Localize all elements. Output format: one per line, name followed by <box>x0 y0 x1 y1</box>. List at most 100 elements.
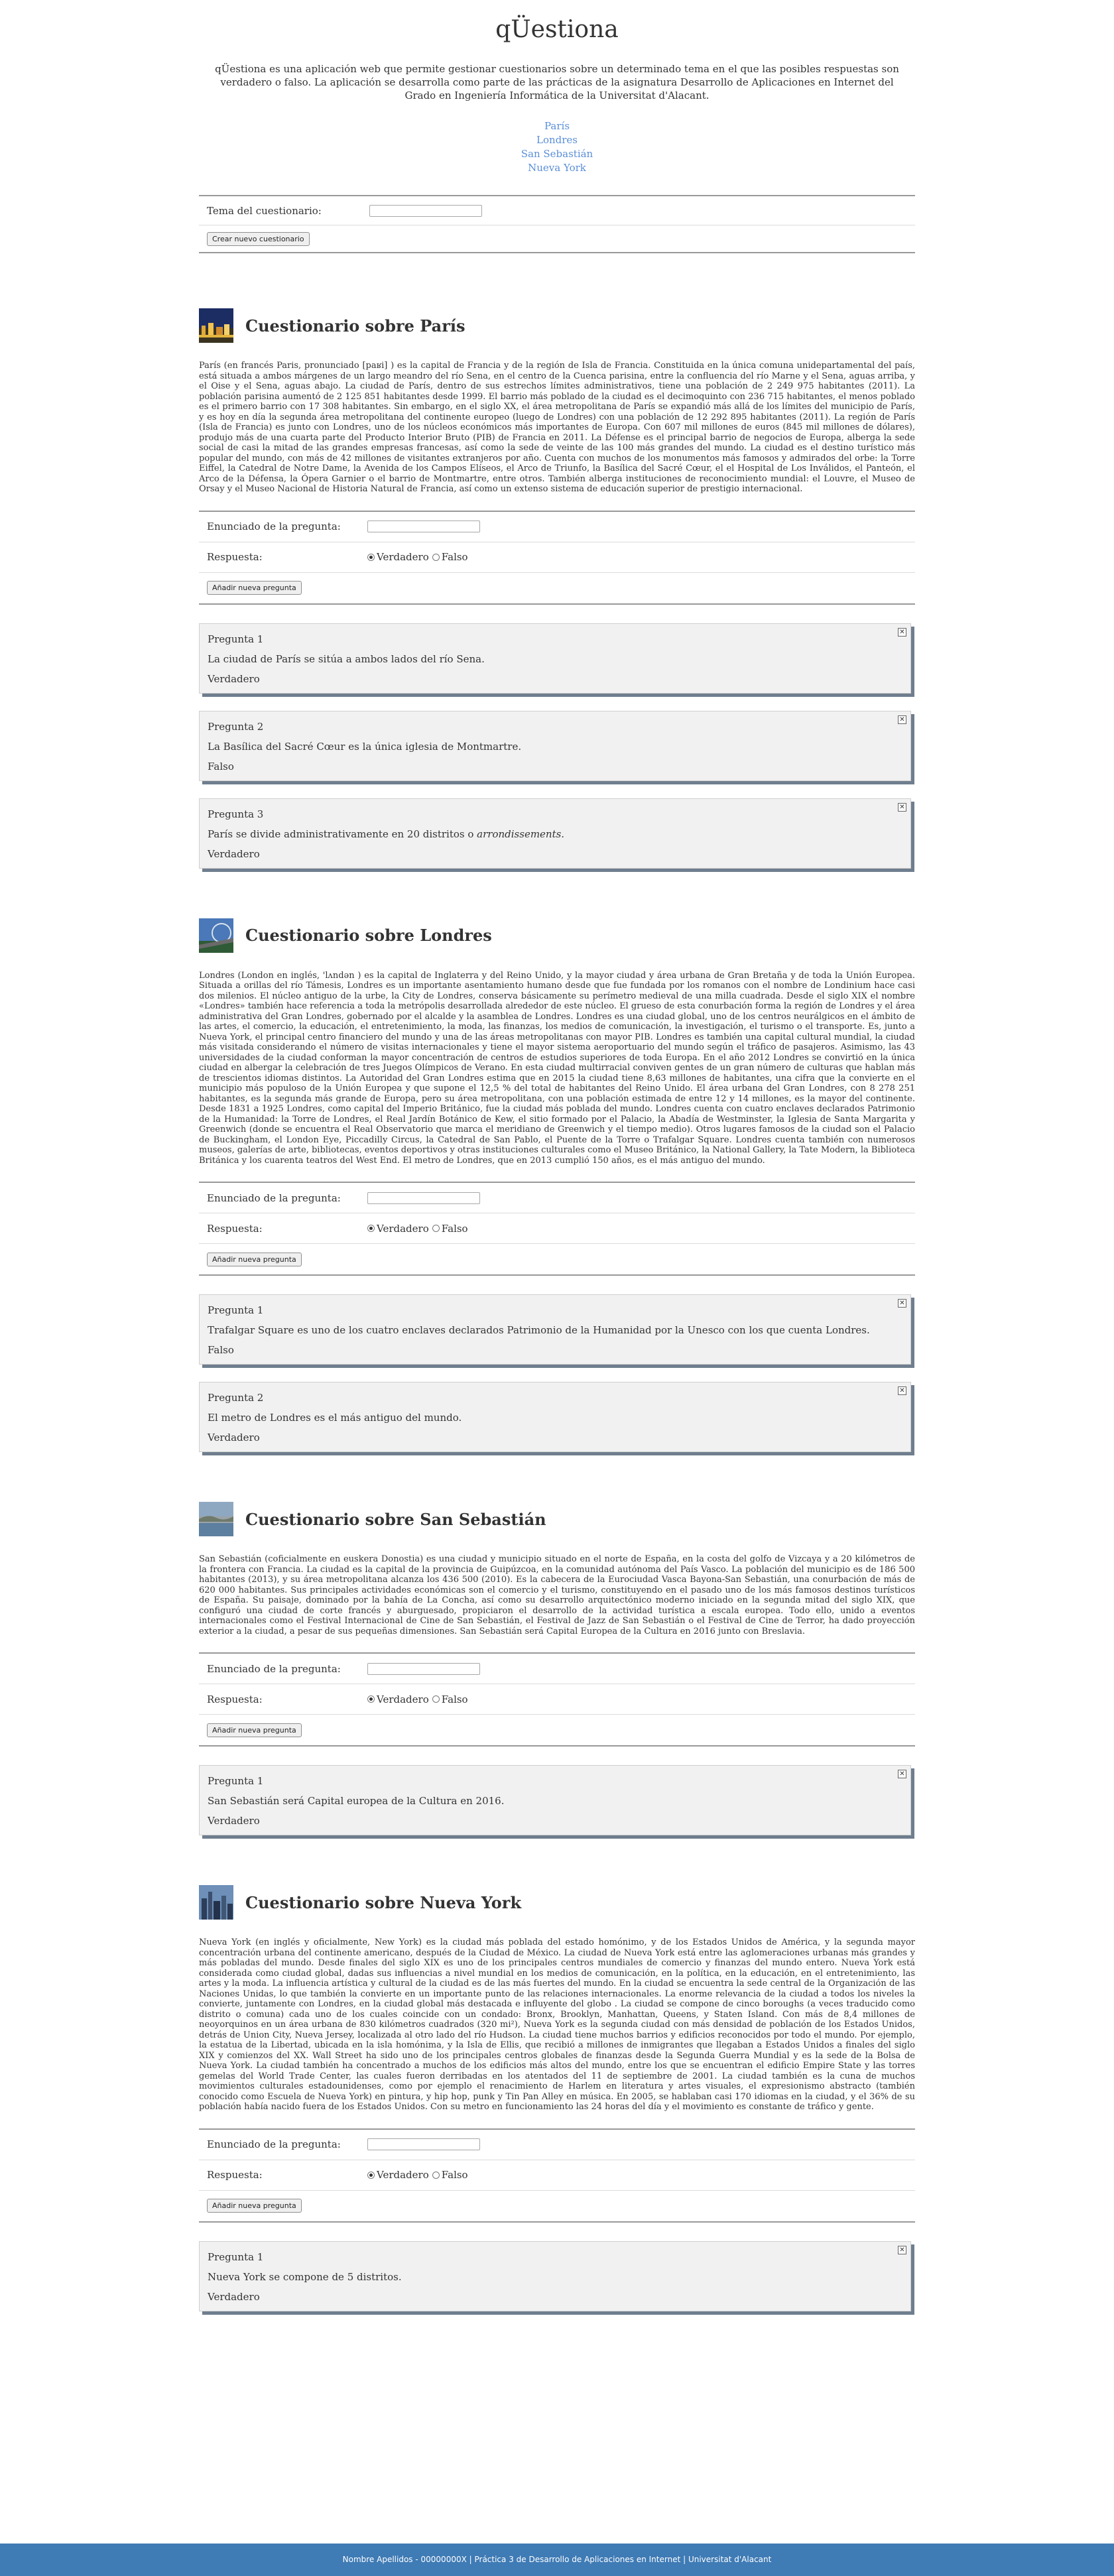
question-text: Nueva York se compone de 5 distritos. <box>208 2270 402 2283</box>
close-icon[interactable]: ✕ <box>898 1770 906 1778</box>
question-title: Pregunta 1 <box>208 633 264 645</box>
quiz-paris: Cuestionario sobre París París (en franc… <box>199 302 915 869</box>
question-text: La Basílica del Sacré Cœur es la única i… <box>208 740 522 753</box>
statement-label: Enunciado de la pregunta: <box>207 1192 341 1204</box>
add-question-button[interactable]: Añadir nueva pregunta <box>207 1252 302 1266</box>
question-text: Trafalgar Square es uno de los cuatro en… <box>208 1324 870 1336</box>
intro-text: qÜestiona es una aplicación web que perm… <box>215 63 899 101</box>
question-list: ✕ Pregunta 1 Nueva York se compone de 5 … <box>199 2240 915 2311</box>
new-question-form: Enunciado de la pregunta: Respuesta: Ver… <box>199 2128 915 2223</box>
close-icon[interactable]: ✕ <box>898 715 906 724</box>
divider <box>199 1274 915 1276</box>
quiz-san-sebastian: Cuestionario sobre San Sebastián San Seb… <box>199 1496 915 1835</box>
question-card: ✕ Pregunta 1 Trafalgar Square es uno de … <box>199 1294 911 1365</box>
question-text: París se divide administrativamente en 2… <box>208 828 565 840</box>
question-answer: Verdadero <box>208 1432 260 1443</box>
quiz-description: París (en francés Paris, pronunciado [pa… <box>199 361 915 494</box>
quiz-description: Nueva York (en inglés y oficialmente, Ne… <box>199 1937 915 2112</box>
question-answer: Verdadero <box>208 672 260 685</box>
question-answer: Falso <box>208 1344 234 1356</box>
radio-false[interactable] <box>432 2171 440 2179</box>
radio-false[interactable] <box>432 1225 440 1232</box>
quiz-description: San Sebastián (coficialmente en euskera … <box>199 1554 915 1636</box>
radio-true[interactable] <box>367 1695 375 1703</box>
divider <box>199 252 915 253</box>
quiz-title: Cuestionario sobre París <box>245 316 465 336</box>
radio-true[interactable] <box>367 2171 375 2179</box>
close-icon[interactable]: ✕ <box>898 1299 906 1308</box>
radio-false-label: Falso <box>441 2169 468 2181</box>
radio-false-label: Falso <box>441 1222 468 1235</box>
radio-false-label: Falso <box>441 1693 468 1705</box>
footer: Nombre Apellidos - 00000000X | Práctica … <box>0 2544 1114 2576</box>
nav-link-paris[interactable]: París <box>544 120 570 132</box>
quiz-nueva-york: Cuestionario sobre Nueva York Nueva York… <box>199 1879 915 2311</box>
question-card: ✕ Pregunta 2 La Basílica del Sacré Cœur … <box>199 710 911 781</box>
create-quiz-form: Tema del cuestionario: Crear nuevo cuest… <box>199 195 915 253</box>
nav-link-nueva-york[interactable]: Nueva York <box>528 162 586 174</box>
question-title: Pregunta 1 <box>208 2250 264 2263</box>
question-answer: Falso <box>208 760 234 772</box>
answer-label: Respuesta: <box>207 1693 263 1705</box>
question-card: ✕ Pregunta 1 La ciudad de París se sitúa… <box>199 623 911 694</box>
question-card: ✕ Pregunta 1 San Sebastián será Capital … <box>199 1765 911 1835</box>
close-icon[interactable]: ✕ <box>898 2245 906 2254</box>
add-question-button[interactable]: Añadir nueva pregunta <box>207 2199 302 2213</box>
statement-input[interactable] <box>367 521 480 532</box>
question-answer: Verdadero <box>208 2290 260 2303</box>
divider <box>199 603 915 605</box>
statement-input[interactable] <box>367 1192 480 1204</box>
question-card: ✕ Pregunta 1 Nueva York se compone de 5 … <box>199 2240 911 2311</box>
radio-true-label: Verdadero <box>377 2169 429 2181</box>
question-text: El metro de Londres es el más antiguo de… <box>208 1412 462 1424</box>
close-icon[interactable]: ✕ <box>898 1386 906 1395</box>
statement-label: Enunciado de la pregunta: <box>207 521 341 532</box>
site-title: qÜestiona <box>495 16 619 43</box>
add-question-button[interactable]: Añadir nueva pregunta <box>207 581 302 595</box>
quiz-topic-label: Tema del cuestionario: <box>207 204 322 217</box>
add-question-button[interactable]: Añadir nueva pregunta <box>207 1723 302 1737</box>
radio-false[interactable] <box>432 553 440 561</box>
new-question-form: Enunciado de la pregunta: Respuesta: Ver… <box>199 1182 915 1276</box>
question-title: Pregunta 3 <box>208 808 264 820</box>
nav-link-san-sebastian[interactable]: San Sebastián <box>521 148 593 160</box>
question-title: Pregunta 2 <box>208 720 264 733</box>
radio-true-label: Verdadero <box>377 1693 429 1705</box>
radio-true-label: Verdadero <box>377 1222 429 1235</box>
radio-false-label: Falso <box>441 551 468 563</box>
question-answer: Verdadero <box>208 847 260 860</box>
close-icon[interactable]: ✕ <box>898 627 906 637</box>
new-question-form: Enunciado de la pregunta: Respuesta: Ver… <box>199 1652 915 1747</box>
quiz-londres: Cuestionario sobre Londres Londres (Lond… <box>199 912 916 1452</box>
paris-thumbnail-icon <box>199 308 233 343</box>
question-list: ✕ Pregunta 1 La ciudad de París se sitúa… <box>199 623 915 869</box>
quiz-title: Cuestionario sobre Nueva York <box>245 1892 522 1912</box>
quiz-nav: París Londres San Sebastián Nueva York <box>199 119 915 175</box>
nav-link-londres[interactable]: Londres <box>536 134 578 146</box>
san-sebastian-thumbnail-icon <box>199 1502 233 1536</box>
question-list: ✕ Pregunta 1 San Sebastián será Capital … <box>199 1765 915 1835</box>
statement-label: Enunciado de la pregunta: <box>207 1662 341 1675</box>
statement-input[interactable] <box>367 2138 480 2150</box>
statement-input[interactable] <box>367 1662 480 1675</box>
question-answer: Verdadero <box>208 1815 260 1827</box>
divider <box>199 2221 915 2223</box>
question-text: La ciudad de París se sitúa a ambos lado… <box>208 652 485 665</box>
london-thumbnail-icon <box>199 918 233 953</box>
quiz-title: Cuestionario sobre Londres <box>245 926 492 945</box>
radio-true[interactable] <box>367 553 375 561</box>
question-title: Pregunta 1 <box>208 1304 264 1316</box>
quiz-topic-input[interactable] <box>369 204 482 217</box>
quiz-description: Londres (London en inglés, 'lʌndən ) es … <box>199 970 916 1166</box>
new-question-form: Enunciado de la pregunta: Respuesta: Ver… <box>199 510 915 605</box>
new-york-thumbnail-icon <box>199 1885 233 1920</box>
radio-false[interactable] <box>432 1695 440 1703</box>
question-card: ✕ Pregunta 2 El metro de Londres es el m… <box>199 1382 911 1452</box>
question-title: Pregunta 1 <box>208 1775 264 1787</box>
quiz-title: Cuestionario sobre San Sebastián <box>245 1509 546 1529</box>
answer-label: Respuesta: <box>207 2169 263 2181</box>
radio-true[interactable] <box>367 1225 375 1232</box>
radio-true-label: Verdadero <box>377 551 429 563</box>
close-icon[interactable]: ✕ <box>898 802 906 812</box>
create-quiz-button[interactable]: Crear nuevo cuestionario <box>207 231 310 246</box>
